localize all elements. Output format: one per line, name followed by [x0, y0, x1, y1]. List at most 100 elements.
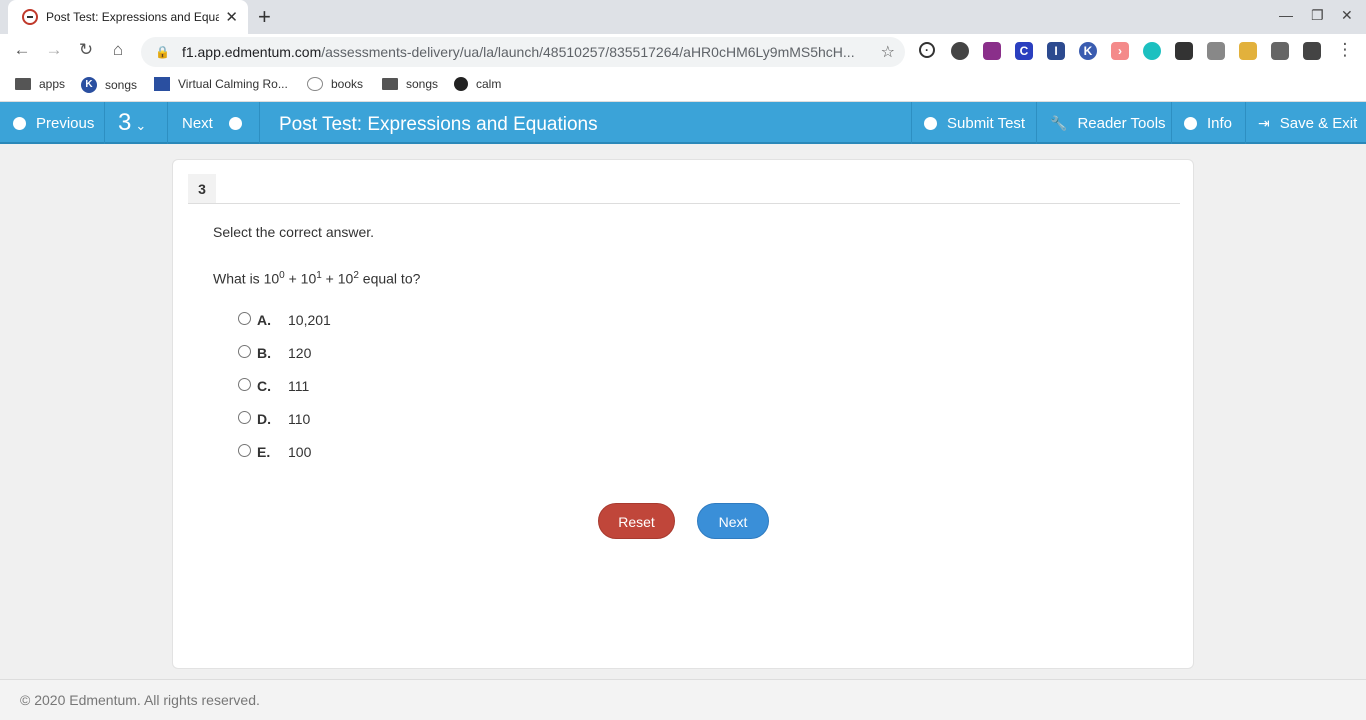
copyright-text: © 2020 Edmentum. All rights reserved. — [20, 692, 260, 708]
prompt-text: + 10 — [284, 270, 317, 287]
extension-copy-icon[interactable] — [1207, 42, 1225, 60]
address-bar[interactable]: 🔒 f1.app.edmentum.com /assessments-deliv… — [141, 37, 905, 67]
browser-tab[interactable]: Post Test: Expressions and Equa ✕ — [8, 0, 248, 34]
prompt-text: + 10 — [321, 270, 354, 287]
browser-menu-icon[interactable]: ⋮ — [1333, 40, 1357, 60]
tab-title: Post Test: Expressions and Equa — [46, 10, 220, 24]
home-icon[interactable]: ⌂ — [106, 40, 130, 60]
test-title: Post Test: Expressions and Equations — [279, 114, 598, 135]
answer-choice-b[interactable]: B. 120 — [238, 345, 311, 361]
prompt-text: equal to? — [358, 270, 421, 287]
answer-choice-a[interactable]: A. 10,201 — [238, 312, 331, 328]
choice-letter: D. — [257, 411, 271, 427]
page-footer: © 2020 Edmentum. All rights reserved. — [0, 679, 1366, 720]
info-label: Info — [1207, 114, 1233, 132]
answer-choice-c[interactable]: C. 111 — [238, 378, 309, 394]
extension-chat-icon[interactable] — [951, 42, 969, 60]
radio-button[interactable] — [238, 345, 251, 358]
save-exit-button[interactable]: ⇥ Save & Exit — [1246, 102, 1366, 144]
extension-target-icon[interactable]: · — [919, 42, 935, 58]
chevron-down-icon: ⌄ — [135, 118, 147, 133]
url-host: f1.app.edmentum.com — [181, 44, 322, 60]
bookmark-songs-folder[interactable]: songs — [382, 77, 438, 91]
question-number: 3 — [188, 174, 216, 204]
extension-scissors-icon[interactable] — [1271, 42, 1289, 60]
next-nav-button[interactable]: Next — [168, 102, 260, 144]
choice-text: 111 — [288, 378, 310, 394]
submit-label: Submit Test — [947, 114, 1026, 132]
radio-button[interactable] — [238, 312, 251, 325]
divider — [188, 203, 1180, 204]
folder-icon — [382, 78, 398, 90]
sign-out-icon: ⇥ — [1258, 114, 1270, 131]
extension-k-icon[interactable]: K — [1079, 42, 1097, 60]
restore-icon[interactable]: ❐ — [1311, 7, 1324, 24]
bookmark-label: calm — [476, 77, 502, 91]
extension-bot-icon[interactable] — [1175, 42, 1193, 60]
answer-choice-d[interactable]: D. 110 — [238, 411, 310, 427]
bookmark-label: songs — [105, 78, 138, 92]
answer-choice-e[interactable]: E. 100 — [238, 444, 311, 460]
radio-button[interactable] — [238, 444, 251, 457]
extension-c-icon[interactable]: C — [1015, 42, 1033, 60]
choice-text: 10,201 — [288, 312, 331, 328]
bookmark-label: books — [331, 77, 364, 91]
question-instruction: Select the correct answer. — [213, 224, 375, 240]
forward-icon[interactable]: → — [42, 40, 66, 60]
bookmark-label: apps — [39, 77, 66, 91]
wrench-icon: 🔧 — [1050, 114, 1068, 131]
extension-il-icon[interactable]: I — [1047, 42, 1065, 60]
next-nav-label: Next — [182, 114, 213, 132]
previous-label: Previous — [36, 114, 95, 132]
choice-text: 110 — [288, 411, 311, 427]
reload-icon[interactable]: ↻ — [74, 40, 98, 60]
reader-tools-label: Reader Tools — [1077, 114, 1166, 132]
info-circle-icon — [1184, 116, 1197, 130]
question-selector-value: 3 — [118, 109, 132, 136]
minimize-icon[interactable]: — — [1279, 7, 1293, 23]
arrow-right-circle-icon — [228, 116, 242, 130]
question-prompt: What is 100 + 101 + 102 equal to? — [213, 270, 420, 287]
extension-ring-icon[interactable] — [1143, 42, 1161, 60]
radio-button[interactable] — [238, 378, 251, 391]
back-icon[interactable]: ← — [10, 40, 34, 60]
test-nav-bar: Previous 3 ⌄ Next Post Test: Expressions… — [0, 102, 1366, 144]
page-icon — [154, 77, 170, 91]
k-logo-icon: K — [81, 77, 97, 93]
question-selector-dropdown[interactable]: 3 ⌄ — [105, 102, 168, 144]
choice-text: 100 — [288, 444, 312, 460]
close-window-icon[interactable]: ✕ — [1341, 7, 1353, 24]
extension-yellow-icon[interactable] — [1239, 42, 1257, 60]
folder-icon — [15, 78, 31, 90]
arrow-left-circle-icon — [13, 116, 26, 130]
bookmark-apps[interactable]: apps — [15, 77, 65, 91]
bookmark-star-icon[interactable]: ☆ — [881, 42, 895, 62]
info-button[interactable]: Info — [1172, 102, 1246, 144]
next-button[interactable]: Next — [697, 503, 769, 539]
extension-purple-icon[interactable] — [983, 42, 1001, 60]
reset-button[interactable]: Reset — [598, 503, 675, 539]
save-exit-label: Save & Exit — [1279, 114, 1358, 132]
new-tab-icon[interactable]: + — [258, 4, 271, 30]
bookmark-virtual-calming[interactable]: Virtual Calming Ro... — [154, 77, 288, 91]
bookmark-books[interactable]: books — [307, 77, 363, 91]
browser-toolbar: ← → ↻ ⌂ 🔒 f1.app.edmentum.com /assessmen… — [0, 34, 1366, 70]
bookmark-calm[interactable]: calm — [454, 77, 501, 91]
bookmark-label: Virtual Calming Ro... — [178, 77, 288, 91]
previous-button[interactable]: Previous — [0, 102, 105, 144]
lock-icon: 🔒 — [155, 45, 170, 59]
reader-tools-button[interactable]: 🔧 Reader Tools — [1037, 102, 1172, 144]
choice-text: 120 — [288, 345, 312, 361]
bookmark-songs[interactable]: K songs — [81, 77, 137, 93]
extension-arrow-icon[interactable]: › — [1111, 42, 1129, 60]
close-tab-icon[interactable]: ✕ — [225, 8, 238, 26]
bookmarks-bar: apps K songs Virtual Calming Ro... books… — [0, 70, 1366, 102]
globe-icon — [454, 77, 468, 91]
prompt-text: What is 10 — [213, 270, 280, 287]
submit-test-button[interactable]: Submit Test — [911, 102, 1037, 144]
radio-button[interactable] — [238, 411, 251, 424]
extensions-puzzle-icon[interactable] — [1303, 42, 1321, 60]
browser-tabstrip: Post Test: Expressions and Equa ✕ + — ❐ … — [0, 0, 1366, 34]
books-site-icon — [307, 77, 323, 91]
choice-letter: C. — [257, 378, 271, 394]
